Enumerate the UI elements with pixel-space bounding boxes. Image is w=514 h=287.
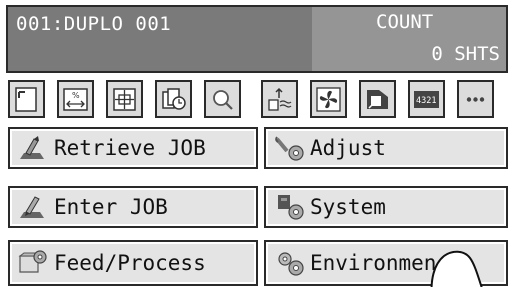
paper-size-icon xyxy=(15,86,37,112)
retrieve-job-button[interactable]: Retrieve JOB xyxy=(8,127,258,169)
fan-button[interactable] xyxy=(310,80,347,118)
job-title: 001:DUPLO 001 xyxy=(16,13,172,35)
retrieve-job-icon xyxy=(18,133,52,163)
adjust-button[interactable]: Adjust xyxy=(264,127,508,169)
system-button[interactable]: System xyxy=(264,186,508,228)
enter-job-label: Enter JOB xyxy=(54,195,168,219)
batch-button[interactable] xyxy=(155,80,192,118)
system-icon xyxy=(274,192,308,222)
icon-toolbar: % 4321 xyxy=(6,78,508,120)
position-adjust-icon xyxy=(113,87,136,111)
stacker-button[interactable] xyxy=(261,80,298,118)
touch-screen: 001:DUPLO 001 COUNT 0 SHTS % 4321 Retrie… xyxy=(6,0,508,287)
enter-job-button[interactable]: Enter JOB xyxy=(8,186,258,228)
retrieve-job-label: Retrieve JOB xyxy=(54,136,206,160)
batch-icon xyxy=(162,87,186,110)
system-label: System xyxy=(310,195,386,219)
count-value: 0 SHTS xyxy=(431,43,500,65)
pointing-finger-icon xyxy=(430,250,483,287)
zoom-icon xyxy=(213,89,233,110)
position-adjust-button[interactable] xyxy=(106,80,143,118)
environment-label: Environmen xyxy=(310,251,437,275)
adjust-icon xyxy=(274,133,308,163)
feed-process-button[interactable]: Feed/Process xyxy=(8,240,258,286)
ratio-icon: % xyxy=(63,87,88,111)
feed-button[interactable] xyxy=(359,80,396,118)
status-header: 001:DUPLO 001 COUNT 0 SHTS xyxy=(6,5,508,73)
feed-process-icon xyxy=(18,248,52,278)
more-icon xyxy=(466,96,485,102)
counter-icon: 4321 xyxy=(414,90,439,108)
counter-digits: 4321 xyxy=(416,96,436,106)
feed-process-label: Feed/Process xyxy=(54,251,206,275)
counter-button[interactable]: 4321 xyxy=(408,80,445,118)
feed-icon xyxy=(367,89,388,109)
count-panel: COUNT 0 SHTS xyxy=(312,7,506,71)
count-label: COUNT xyxy=(376,11,434,33)
svg-text:%: % xyxy=(72,91,80,100)
fan-icon xyxy=(316,86,341,112)
more-button[interactable] xyxy=(457,80,494,118)
paper-size-button[interactable] xyxy=(8,80,45,118)
enter-job-icon xyxy=(18,192,52,222)
adjust-label: Adjust xyxy=(310,136,386,160)
zoom-button[interactable] xyxy=(204,80,241,118)
ratio-button[interactable]: % xyxy=(57,80,94,118)
stacker-icon xyxy=(268,87,292,111)
environment-icon xyxy=(274,248,308,278)
